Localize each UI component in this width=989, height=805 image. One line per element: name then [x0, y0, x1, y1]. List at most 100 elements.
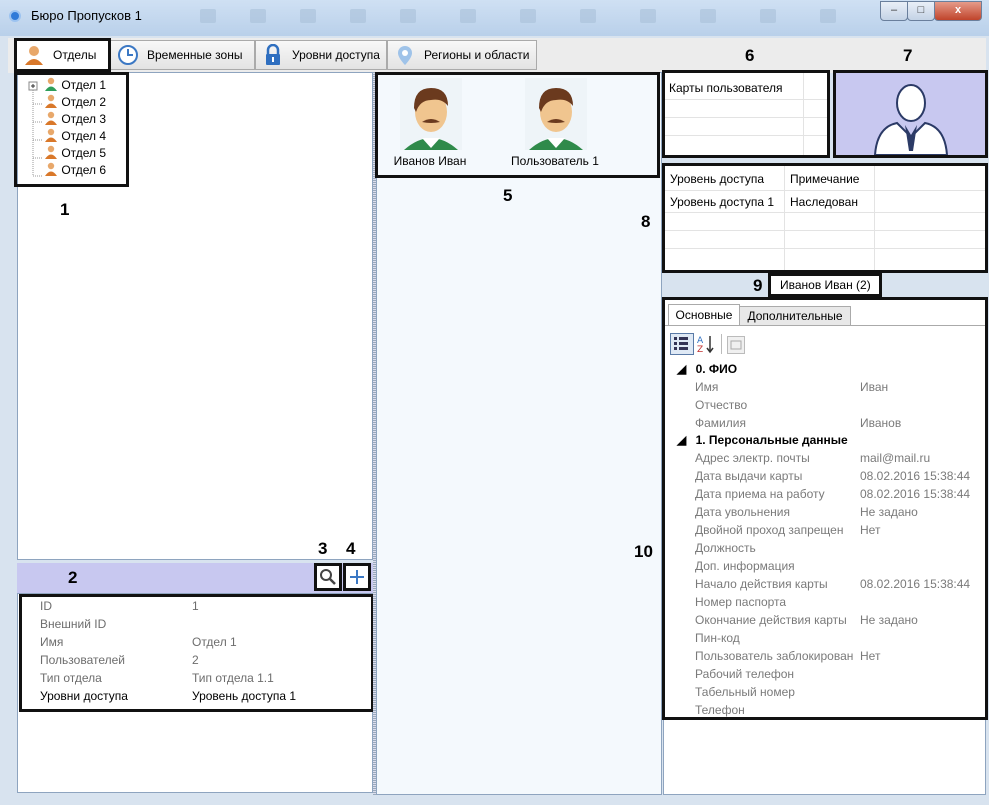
add-button[interactable]	[343, 563, 371, 591]
user-card-1[interactable]: Иванов Иван	[380, 76, 480, 172]
property-value: Нет	[860, 649, 881, 663]
close-button[interactable]: x	[934, 1, 982, 21]
lock-icon	[266, 44, 280, 65]
property-row[interactable]: Пользователь заблокирован Нет	[695, 647, 985, 665]
property-value: mail@mail.ru	[860, 451, 931, 465]
property-key: Фамилия	[695, 416, 746, 430]
callout-7: 7	[903, 46, 913, 65]
selected-user-label: Иванов Иван (2)	[768, 273, 882, 297]
property-row[interactable]: Окончание действия карты Не задано	[695, 611, 985, 629]
prop-row: Внешний ID	[40, 616, 370, 633]
property-row[interactable]: Рабочий телефон	[695, 665, 985, 683]
sort-categorized-button[interactable]	[670, 333, 694, 355]
prop-value: 1	[192, 599, 199, 613]
sort-alpha-button[interactable]: AZ	[696, 334, 716, 355]
grid-line	[874, 166, 875, 270]
property-row[interactable]: Фамилия Иванов	[695, 414, 985, 432]
prop-row: Имя Отдел 1	[40, 634, 370, 651]
splitter[interactable]	[373, 72, 376, 795]
callout-1: 1	[60, 200, 70, 219]
property-row[interactable]: Должность	[695, 539, 985, 557]
grid-line	[803, 73, 804, 155]
toolbar-ghost-icon	[820, 9, 836, 23]
property-key: Имя	[695, 380, 719, 394]
property-key: Должность	[695, 541, 756, 555]
toolbar-ghost-icon	[300, 9, 316, 23]
property-key: Табельный номер	[695, 685, 795, 699]
user-card-2[interactable]: Пользователь 1	[495, 76, 615, 172]
minimize-button[interactable]: –	[880, 1, 908, 21]
property-key: Дата увольнения	[695, 505, 790, 519]
toolbar-ghost-icon	[580, 9, 596, 23]
property-row[interactable]: Дата приема на работу 08.02.2016 15:38:44	[695, 485, 985, 503]
search-button[interactable]	[314, 563, 342, 591]
property-value: 08.02.2016 15:38:44	[860, 487, 971, 501]
title-bar: Бюро Пропусков 1 – □ x	[0, 0, 989, 36]
property-row[interactable]: Табельный номер	[695, 683, 985, 701]
window-title: Бюро Пропусков 1	[31, 8, 142, 23]
callout-5: 5	[503, 186, 513, 205]
app-logo-icon	[9, 10, 21, 22]
tab-label: Временные зоны	[147, 48, 243, 62]
tab-additional[interactable]: Дополнительные	[739, 306, 851, 326]
tab-underline	[665, 325, 985, 326]
access-level-cell[interactable]: Уровень доступа 1	[670, 195, 774, 209]
toolbar-ghost-icon	[250, 9, 266, 23]
toolbar-ghost-icon	[200, 9, 216, 23]
property-value: Иван	[860, 380, 889, 394]
property-row[interactable]: Начало действия карты 08.02.2016 15:38:44	[695, 575, 985, 593]
property-key: Начало действия карты	[695, 577, 828, 591]
property-row[interactable]: Адрес электр. почты mail@mail.ru	[695, 449, 985, 467]
prop-key: Пользователей	[40, 653, 125, 667]
property-row[interactable]: Телефон	[695, 701, 985, 719]
property-key: Окончание действия карты	[695, 613, 847, 627]
prop-key: ID	[40, 599, 52, 613]
category-fio[interactable]: ◢ 0. ФИО	[677, 360, 737, 378]
property-key: Рабочий телефон	[695, 667, 795, 681]
property-row[interactable]: Двойной проход запрещен Нет	[695, 521, 985, 539]
property-row[interactable]: Номер паспорта	[695, 593, 985, 611]
access-levels-table: Уровень доступа Примечание Уровень досту…	[662, 163, 988, 273]
callout-8: 8	[641, 212, 651, 231]
property-row[interactable]: Пин-код	[695, 629, 985, 647]
category-title: 1. Персональные данные	[695, 433, 848, 447]
property-key: Пин-код	[695, 631, 740, 645]
property-key: Дата выдачи карты	[695, 469, 803, 483]
property-key: Пользователь заблокирован	[695, 649, 854, 663]
property-row[interactable]: Доп. информация	[695, 557, 985, 575]
property-row[interactable]: Дата увольнения Не задано	[695, 503, 985, 521]
prop-row: Пользователей 2	[40, 652, 370, 669]
prop-key: Внешний ID	[40, 617, 107, 631]
tab-access-levels[interactable]: Уровни доступа	[255, 40, 387, 70]
grid-line	[784, 166, 785, 270]
category-title: 0. ФИО	[695, 362, 738, 376]
highlight-department-properties: ID 1 Внешний ID Имя Отдел 1 Пользователей 2…	[19, 594, 374, 712]
plus-icon	[350, 570, 364, 584]
property-pages-button[interactable]	[727, 336, 745, 354]
tab-regions[interactable]: Регионы и области	[387, 40, 537, 70]
tab-main[interactable]: Основные	[668, 304, 740, 326]
note-cell: Наследован	[790, 195, 858, 209]
callout-6: 6	[745, 46, 755, 65]
user-photo[interactable]	[833, 70, 988, 158]
maximize-button[interactable]: □	[907, 1, 935, 21]
property-key: Дата приема на работу	[695, 487, 825, 501]
property-row[interactable]: Имя Иван	[695, 378, 985, 396]
property-key: Доп. информация	[695, 559, 795, 573]
property-value: Иванов	[860, 416, 902, 430]
search-icon	[320, 569, 336, 585]
category-personal-data[interactable]: ◢ 1. Персональные данные	[677, 431, 848, 449]
user-name: Иванов Иван	[393, 154, 467, 168]
svg-text:Z: Z	[697, 345, 703, 354]
tab-label: Регионы и области	[424, 48, 530, 62]
property-row[interactable]: Дата выдачи карты 08.02.2016 15:38:44	[695, 467, 985, 485]
property-value: 08.02.2016 15:38:44	[860, 469, 971, 483]
prop-row: Тип отдела Тип отдела 1.1	[40, 670, 370, 687]
property-row[interactable]: Отчество	[695, 396, 985, 414]
highlight-department-tree	[14, 72, 129, 187]
tab-label: Уровни доступа	[292, 48, 380, 62]
tab-time-zones[interactable]: Временные зоны	[110, 40, 255, 70]
sort-alpha-icon: AZ	[697, 336, 714, 355]
prop-key: Уровни доступа	[40, 689, 128, 703]
property-value: Не задано	[860, 613, 918, 627]
